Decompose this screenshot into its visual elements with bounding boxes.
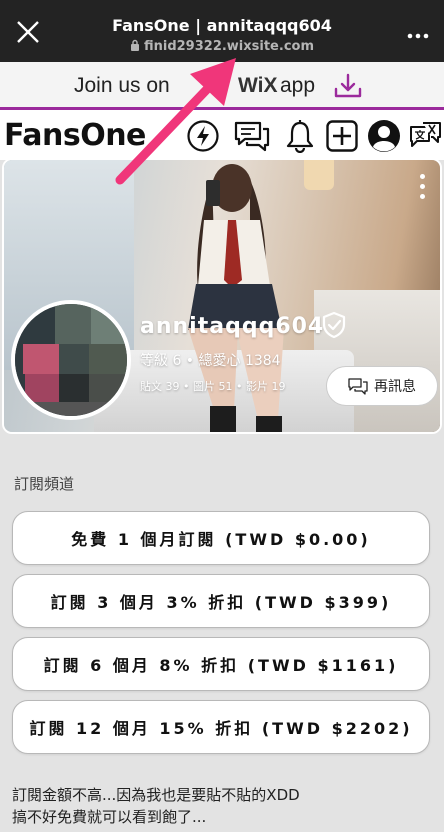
message-icon [348,378,368,395]
avatar[interactable] [11,300,131,420]
url-text[interactable]: finid29322.wixsite.com [0,39,444,54]
url-value: finid29322.wixsite.com [143,39,314,54]
level-stats: 等級 6 • 總愛心 1384 [140,353,281,369]
wix-logo: WiX [238,74,278,97]
page-title: FansOne | annitaqqq604 [112,16,332,35]
subscribe-option-4[interactable]: 訂閱 12 個月 15% 折扣 (TWD $2202) [12,700,430,754]
download-icon[interactable] [333,72,363,100]
message-button[interactable]: 再訊息 [326,366,438,406]
lock-icon [130,39,139,51]
banner-text: Join us on [74,74,170,97]
verified-shield-icon [322,311,346,339]
cover-more-icon[interactable] [420,174,426,204]
add-icon[interactable] [325,119,359,153]
subscribe-option-3[interactable]: 訂閱 6 個月 8% 折扣 (TWD $1161) [12,637,430,691]
chat-icon[interactable] [233,119,271,153]
description-line-1: 訂閱金額不高...因為我也是要貼不貼的XDD [12,786,300,804]
app-banner[interactable]: Join us on WiX app [0,62,444,110]
browser-top-bar: FansOne | annitaqqq604 finid29322.wixsit… [0,0,444,62]
subscribe-option-2[interactable]: 訂閱 3 個月 3% 折扣 (TWD $399) [12,574,430,628]
banner-app-text: app [280,74,316,97]
description-line-2: 搞不好免費就可以看到飽了... [12,808,207,826]
site-header: FansOne [0,110,444,160]
subscriptions-heading: 訂閱頻道 [14,475,75,493]
username: annitaqqq604 [140,314,325,339]
fansone-logo[interactable]: FansOne [4,118,146,153]
profile-icon[interactable] [367,119,401,153]
profile-cover: annitaqqq604 等級 6 • 總愛心 1384 貼文 39 • 圖片 … [2,158,442,434]
content-counts: 貼文 39 • 圖片 51 • 影片 19 [140,380,286,393]
profile-description: 訂閱金額不高...因為我也是要貼不貼的XDD 搞不好免費就可以看到飽了... [12,784,300,828]
more-icon[interactable] [406,32,430,40]
lightning-icon[interactable] [186,119,220,153]
translate-icon[interactable] [407,119,443,153]
bell-icon[interactable] [283,119,317,153]
message-button-label: 再訊息 [374,379,416,395]
subscribe-option-1[interactable]: 免費 1 個月訂閱 (TWD $0.00) [12,511,430,565]
